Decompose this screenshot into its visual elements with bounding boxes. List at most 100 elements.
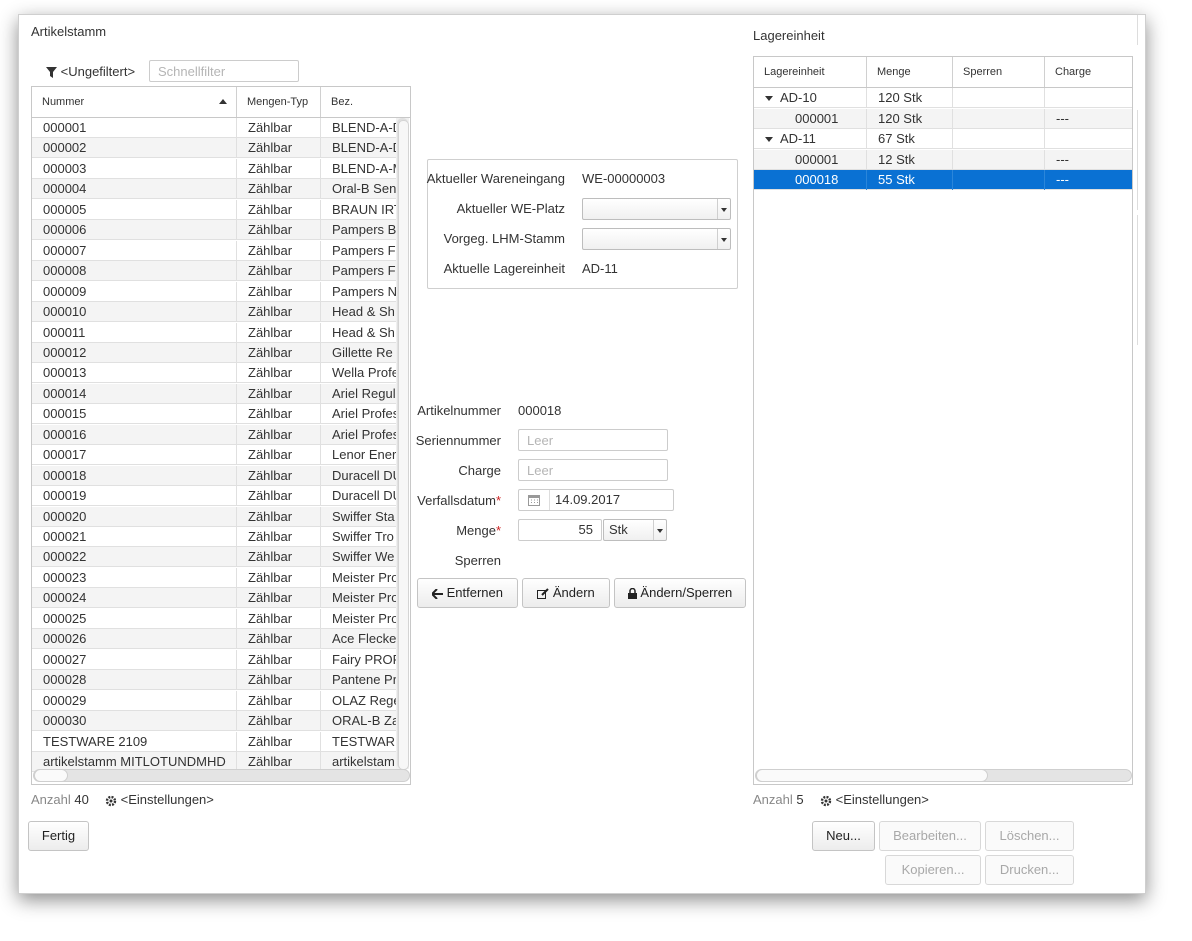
artikelnummer-value: 000018 (518, 403, 562, 418)
table-row[interactable]: 000030 Zählbar ORAL-B Za (32, 711, 397, 732)
table-row[interactable]: 000018 Zählbar Duracell DU (32, 465, 397, 486)
col-mengen-typ[interactable]: Mengen-Typ (237, 87, 321, 117)
lagereinheit-hscrollbar[interactable] (755, 769, 1132, 782)
cell-nummer: 000009 (32, 281, 237, 302)
done-button[interactable]: Fertig (28, 821, 89, 851)
cell-mengen-typ: Zählbar (237, 261, 321, 282)
table-row[interactable]: 000016 Zählbar Ariel Profes (32, 424, 397, 445)
cell-bez: Swiffer We (321, 547, 397, 568)
remove-button[interactable]: Entfernen (417, 578, 518, 608)
artikelstamm-title: Artikelstamm (31, 24, 107, 39)
col-lagereinheit[interactable]: Lagereinheit (754, 57, 867, 87)
lagereinheit-settings[interactable]: <Einstellungen> (820, 792, 929, 807)
cell-mengen-typ: Zählbar (237, 731, 321, 752)
table-row[interactable]: 000024 Zählbar Meister Pro (32, 588, 397, 609)
cell-sperren (953, 108, 1045, 129)
change-button[interactable]: Ändern (522, 578, 610, 608)
table-row[interactable]: 000001 12 Stk --- (754, 149, 1132, 170)
cell-bez: BLEND-A-D (321, 138, 397, 159)
cell-sperren (953, 149, 1045, 170)
lhm-label: Vorgeg. LHM-Stamm (443, 231, 565, 246)
table-row[interactable]: 000015 Zählbar Ariel Profes (32, 404, 397, 425)
table-row[interactable]: 000007 Zählbar Pampers F (32, 240, 397, 261)
table-row[interactable]: 000003 Zählbar BLEND-A-M (32, 158, 397, 179)
table-row[interactable]: 000009 Zählbar Pampers N (32, 281, 397, 302)
cell-nummer: 000030 (32, 711, 237, 732)
table-row[interactable]: 000022 Zählbar Swiffer We (32, 547, 397, 568)
table-row[interactable]: 000026 Zählbar Ace Flecke (32, 629, 397, 650)
print-button[interactable]: Drucken... (985, 855, 1074, 885)
col-bez[interactable]: Bez. (321, 87, 410, 117)
col-nummer[interactable]: Nummer (32, 87, 237, 117)
cell-bez: OLAZ Rege (321, 690, 397, 711)
col-menge[interactable]: Menge (867, 57, 953, 87)
table-row[interactable]: 000005 Zählbar BRAUN IRT (32, 199, 397, 220)
table-row[interactable]: 000027 Zählbar Fairy PROF (32, 649, 397, 670)
table-row[interactable]: 000001 120 Stk --- (754, 108, 1132, 129)
quickfilter-input[interactable] (149, 60, 299, 82)
cell-mengen-typ: Zählbar (237, 567, 321, 588)
table-row[interactable]: 000004 Zählbar Oral-B Sen (32, 179, 397, 200)
change-lock-button[interactable]: Ändern/Sperren (614, 578, 746, 608)
cell-bez: Ariel Profes (321, 424, 397, 445)
charge-input[interactable] (518, 459, 668, 481)
col-sperren[interactable]: Sperren (953, 57, 1045, 87)
new-button[interactable]: Neu... (812, 821, 875, 851)
artikel-hscroll-thumb[interactable] (34, 769, 68, 782)
copy-button[interactable]: Kopieren... (885, 855, 981, 885)
expand-arrow-icon[interactable] (765, 137, 773, 143)
artikel-table-header: Nummer Mengen-Typ Bez. (32, 87, 410, 118)
table-row[interactable]: 000011 Zählbar Head & Sh (32, 322, 397, 343)
expand-arrow-icon[interactable] (765, 96, 773, 102)
cell-nummer: 000027 (32, 649, 237, 670)
tree-group-row[interactable]: AD-11 67 Stk (754, 129, 1132, 149)
cell-nummer: 000002 (32, 138, 237, 159)
table-row[interactable]: TESTWARE 2109 Zählbar TESTWAR (32, 731, 397, 752)
table-row[interactable]: 000028 Zählbar Pantene Pr (32, 670, 397, 691)
tree-group-row[interactable]: AD-10 120 Stk (754, 88, 1132, 108)
artikel-table[interactable]: Nummer Mengen-Typ Bez. 000001 Zählbar BLEN… (31, 86, 411, 785)
table-row[interactable]: 000001 Zählbar BLEND-A-D (32, 118, 397, 138)
table-row[interactable]: 000012 Zählbar Gillette Re (32, 342, 397, 363)
verfallsdatum-field[interactable]: 14.09.2017 (518, 489, 674, 511)
cell-bez: Lenor Ener (321, 445, 397, 466)
lhm-select[interactable] (582, 228, 731, 250)
menge-unit-select[interactable]: Stk (603, 519, 667, 541)
cell-text: 12 Stk (878, 151, 915, 167)
table-row[interactable]: 000025 Zählbar Meister Pro (32, 608, 397, 629)
delete-button[interactable]: Löschen... (985, 821, 1074, 851)
filter-toggle[interactable]: <Ungefiltert> (46, 64, 135, 79)
weplatz-select[interactable] (582, 198, 731, 220)
table-row[interactable]: 000006 Zählbar Pampers B (32, 220, 397, 241)
table-row[interactable]: 000023 Zählbar Meister Pro (32, 567, 397, 588)
artikel-settings[interactable]: <Einstellungen> (105, 792, 214, 807)
table-row[interactable]: 000019 Zählbar Duracell DU (32, 486, 397, 507)
table-row[interactable]: 000010 Zählbar Head & Sh (32, 302, 397, 323)
table-row[interactable]: 000013 Zählbar Wella Profe (32, 363, 397, 384)
table-row[interactable]: 000018 55 Stk --- (754, 170, 1132, 190)
calendar-button[interactable] (519, 490, 550, 510)
table-row[interactable]: 000020 Zählbar Swiffer Sta (32, 506, 397, 527)
cell-nummer: 000006 (32, 220, 237, 241)
cell-bez: BLEND-A-D (321, 118, 397, 138)
cell-nummer: 000007 (32, 240, 237, 261)
col-charge[interactable]: Charge (1045, 57, 1132, 87)
edit-button[interactable]: Bearbeiten... (879, 821, 981, 851)
table-row[interactable]: 000021 Zählbar Swiffer Tro (32, 527, 397, 547)
artikelnummer-label: Artikelnummer (417, 403, 501, 418)
cell-mengen-typ: Zählbar (237, 424, 321, 445)
lagereinheit-table[interactable]: Lagereinheit Menge Sperren Charge AD-10 1… (753, 56, 1133, 785)
table-row[interactable]: 000014 Zählbar Ariel Regul (32, 383, 397, 404)
artikel-hscrollbar[interactable] (33, 769, 410, 782)
cell-nummer: 000003 (32, 158, 237, 179)
menge-input[interactable]: 55 (518, 519, 602, 541)
seriennummer-input[interactable] (518, 429, 668, 451)
table-row[interactable]: 000002 Zählbar BLEND-A-D (32, 138, 397, 159)
table-row[interactable]: 000017 Zählbar Lenor Ener (32, 445, 397, 466)
cell-nummer: 000005 (32, 199, 237, 220)
table-row[interactable]: 000008 Zählbar Pampers F (32, 261, 397, 282)
lagereinheit-hscroll-thumb[interactable] (756, 769, 988, 782)
cell-nummer: 000010 (32, 302, 237, 323)
cell-le: 000001 (754, 149, 867, 170)
table-row[interactable]: 000029 Zählbar OLAZ Rege (32, 690, 397, 711)
